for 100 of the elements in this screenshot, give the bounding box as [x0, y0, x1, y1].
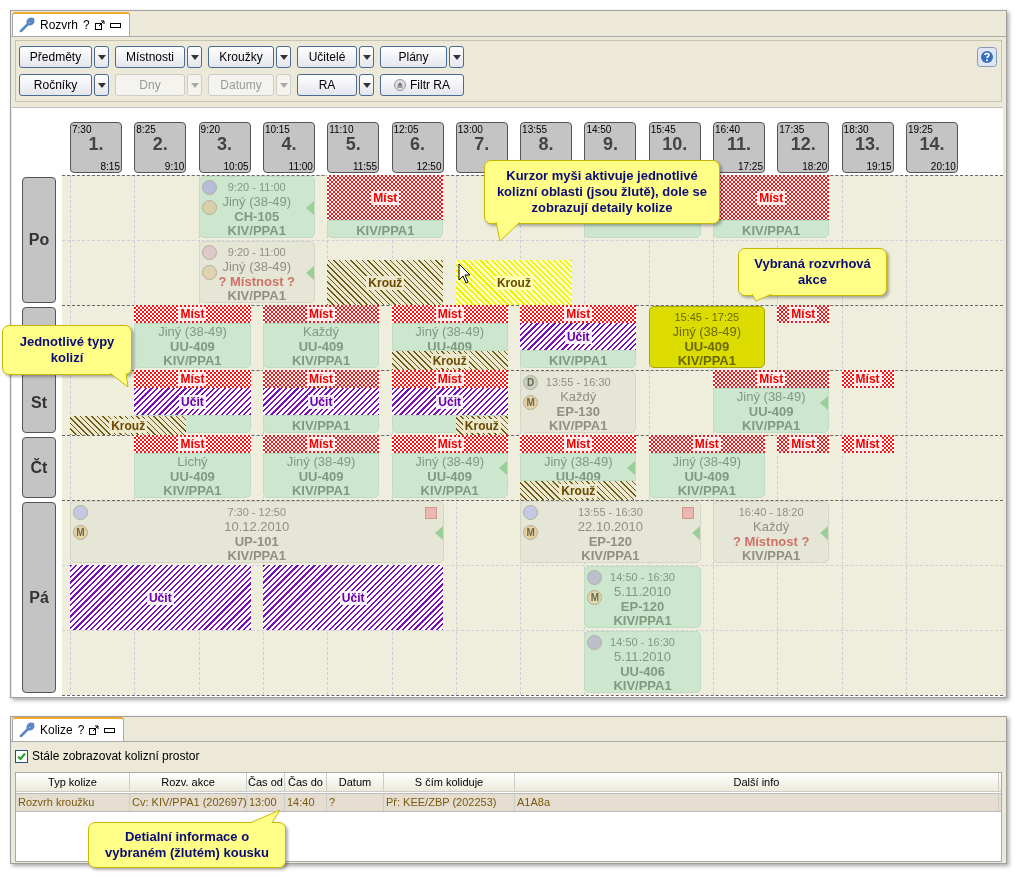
dropdown-button[interactable]	[94, 46, 109, 68]
collision-label: Míst	[789, 307, 818, 321]
help-button[interactable]: ?	[77, 723, 85, 737]
collision-area[interactable]: Míst	[262, 435, 380, 453]
collision-area[interactable]: Míst	[648, 435, 765, 453]
collision-label: Krouž	[430, 353, 469, 368]
minimize-icon[interactable]	[109, 22, 121, 28]
filter-button[interactable]: Filtr RA	[380, 74, 464, 96]
schedule-event[interactable]: Jiný (38-49) UU-409 KIV/PPA1	[648, 453, 765, 498]
column-header[interactable]: Rozv. akce	[130, 773, 247, 791]
event-course: KIV/PPA1	[581, 547, 640, 562]
schedule-event[interactable]: 7:30 - 12:50 10.12.2010 UP-101 KIV/PPA1 M	[70, 501, 444, 563]
collision-area[interactable]: Učit	[262, 388, 380, 415]
collision-area[interactable]: Učit	[262, 565, 444, 630]
schedule-event[interactable]: Jiný (38-49) UU-409 KIV/PPA1	[391, 453, 508, 498]
collision-area[interactable]: Míst	[841, 435, 894, 453]
collision-area[interactable]: Míst	[777, 305, 830, 323]
collision-area[interactable]: Míst	[713, 370, 830, 388]
schedule-event[interactable]: Jiný (38-49) UU-409 KIV/PPA1	[134, 323, 251, 368]
schedule-event[interactable]: Jiný (38-49) UU-409 KIV/PPA1	[713, 388, 830, 433]
collision-label: Míst	[178, 372, 207, 386]
help-button[interactable]: ?	[83, 18, 90, 32]
collision-area[interactable]: Krouž	[327, 260, 444, 305]
column-header[interactable]: S čím koliduje	[384, 773, 515, 791]
collision-area[interactable]: Učit	[70, 565, 251, 630]
filter-button[interactable]: Ročníky	[19, 74, 92, 96]
collision-area[interactable]: Učit	[134, 388, 251, 415]
event-week: Každý	[753, 519, 790, 534]
schedule-tab[interactable]: Rozvrh ?	[12, 12, 130, 36]
table-row[interactable]: Rozvrh kroužku Cv: KIV/PPA1 (202697) 13:00 14:40 ? Př: KEE/ZBP (202253) A1A8a	[16, 793, 1001, 812]
collision-label: Míst	[178, 307, 207, 321]
schedule-event[interactable]: KIV/PPA1	[262, 415, 380, 433]
schedule-event[interactable]: 13:55 - 16:30 Každý EP-130 KIV/PPA1 D M	[520, 371, 637, 433]
filter-button[interactable]: Místnosti	[115, 46, 185, 68]
collision-area[interactable]: Míst	[391, 435, 508, 453]
event-course: KIV/PPA1	[291, 417, 351, 432]
filter-button[interactable]: Plány	[380, 46, 447, 68]
table-cell: 14:40	[285, 794, 327, 811]
collision-area[interactable]: Míst	[777, 435, 830, 453]
dropdown-button[interactable]	[94, 74, 109, 96]
collision-area[interactable]: Míst	[391, 370, 508, 388]
collision-area[interactable]: Učit	[520, 323, 637, 350]
filter-button[interactable]: Předměty	[19, 46, 92, 68]
dropdown-button[interactable]	[187, 46, 202, 68]
help-icon[interactable]	[977, 47, 997, 67]
collision-area[interactable]: Míst	[262, 305, 380, 323]
schedule-event[interactable]: 9:20 - 11:00 Jiný (38-49) CH-105 KIV/PPA1	[198, 176, 315, 238]
schedule-event[interactable]: KIV/PPA1	[713, 220, 830, 238]
collision-area[interactable]: Krouž	[455, 260, 573, 305]
schedule-event[interactable]: Každý UU-409 KIV/PPA1	[262, 323, 380, 368]
collision-area[interactable]: Krouž	[520, 481, 637, 500]
collision-area[interactable]: Míst	[520, 435, 637, 453]
collision-label: Míst	[564, 437, 593, 451]
collision-area[interactable]: Krouž	[391, 351, 508, 370]
event-course: KIV/PPA1	[227, 547, 286, 562]
schedule-event[interactable]: 16:40 - 18:20 Každý ? Místnost ? KIV/PPA1	[713, 501, 830, 563]
column-header[interactable]: Další info	[515, 773, 999, 791]
collision-area[interactable]: Míst	[520, 305, 637, 323]
collision-area[interactable]: Míst	[134, 370, 251, 388]
event-week: Jiný (38-49)	[415, 454, 484, 469]
collision-area[interactable]: Učit	[391, 388, 508, 415]
collision-area[interactable]: Krouž	[455, 416, 508, 435]
caret-icon	[190, 82, 199, 88]
collisions-tab[interactable]: Kolize ?	[12, 717, 125, 741]
filter-button[interactable]: RA	[297, 74, 357, 96]
column-header[interactable]: Čas od	[247, 773, 285, 791]
dropdown-button[interactable]	[359, 46, 374, 68]
schedule-event[interactable]: Lichý UU-409 KIV/PPA1	[134, 453, 251, 498]
collision-area[interactable]: Míst	[841, 370, 894, 388]
undock-icon[interactable]	[89, 725, 100, 735]
column-header[interactable]: Čas do	[285, 773, 327, 791]
schedule-event[interactable]: KIV/PPA1	[327, 220, 444, 238]
schedule-event[interactable]: Jiný (38-49) UU-409	[520, 453, 637, 481]
column-header[interactable]: Datum	[327, 773, 384, 791]
schedule-event[interactable]: 14:50 - 16:30 5.11.2010 UU-406 KIV/PPA1	[584, 631, 701, 693]
checkbox[interactable]	[15, 749, 28, 763]
collision-area[interactable]: Míst	[327, 175, 444, 220]
event-course: KIV/PPA1	[742, 222, 801, 237]
period-end: 17:25	[737, 161, 763, 172]
collision-area[interactable]: Míst	[134, 435, 251, 453]
collision-area[interactable]: Míst	[262, 370, 380, 388]
dropdown-button[interactable]	[276, 46, 291, 68]
dropdown-button[interactable]	[359, 74, 374, 96]
collision-area[interactable]: Míst	[134, 305, 251, 323]
schedule-event[interactable]: 13:55 - 16:30 22.10.2010 EP-120 KIV/PPA1 M	[520, 501, 701, 563]
collision-label: Krouž	[494, 275, 533, 290]
schedule-event[interactable]: 9:20 - 11:00 Jiný (38-49) ? Místnost ? KIV/PPA1	[198, 241, 315, 303]
filter-button[interactable]: Kroužky	[208, 46, 274, 68]
undock-icon[interactable]	[94, 20, 105, 30]
schedule-event[interactable]: Jiný (38-49) UU-409 KIV/PPA1	[262, 453, 380, 498]
schedule-event[interactable]: KIV/PPA1	[520, 350, 637, 368]
collision-area[interactable]: Míst	[391, 305, 508, 323]
schedule-event[interactable]: Jiný (38-49) UU-409	[391, 323, 508, 351]
collision-area[interactable]: Krouž	[70, 416, 187, 435]
schedule-event[interactable]: 14:50 - 16:30 5.11.2010 EP-120 KIV/PPA1 M	[584, 566, 701, 628]
column-header[interactable]: Typ kolize	[16, 773, 130, 791]
schedule-event[interactable]: 15:45 - 17:25 Jiný (38-49) UU-409 KIV/PPA1	[648, 306, 765, 368]
filter-button[interactable]: Učitelé	[297, 46, 357, 68]
dropdown-button[interactable]	[449, 46, 464, 68]
minimize-icon[interactable]	[104, 727, 116, 733]
